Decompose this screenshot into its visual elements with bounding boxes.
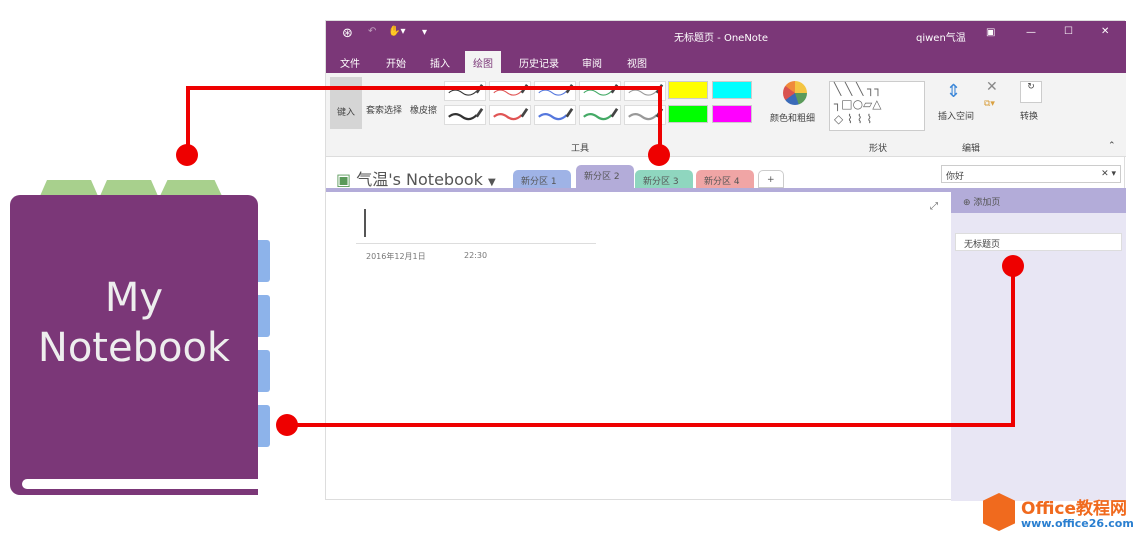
tab-insert[interactable]: 插入: [430, 55, 450, 70]
fullscreen-icon[interactable]: ▣: [986, 27, 995, 38]
page-item[interactable]: 无标题页: [955, 233, 1122, 251]
watermark-url: www.office26.com: [1021, 517, 1134, 530]
eraser-button[interactable]: 橡皮擦: [410, 103, 437, 116]
book-pages: [22, 479, 258, 489]
ribbon-tabs: 文件 开始 插入 绘图 历史记录 审阅 视图: [326, 47, 1126, 73]
search-input[interactable]: 你好 ✕ ▾: [941, 165, 1121, 183]
section-tab[interactable]: 新分区 3: [635, 170, 693, 188]
page-time: 22:30: [464, 251, 488, 260]
book-blue-tab: [258, 350, 270, 392]
section-tab[interactable]: 新分区 2: [576, 165, 634, 188]
back-icon[interactable]: ⊛: [342, 26, 353, 41]
page-list: ⊕ 添加页 无标题页: [951, 188, 1126, 501]
highlighter-gallery: [668, 81, 758, 129]
page-date: 2016年12月1日: [366, 252, 426, 261]
annotation-line: [287, 423, 1015, 427]
customize-icon[interactable]: ▾: [422, 27, 427, 38]
close-icon[interactable]: ✕: [1101, 26, 1109, 37]
tab-history[interactable]: 历史记录: [519, 55, 559, 70]
pen-swatch[interactable]: [489, 105, 531, 125]
title-underline: [356, 243, 596, 244]
edit-group-label: 编辑: [962, 144, 981, 154]
annotation-dot: [1002, 255, 1024, 277]
expand-icon[interactable]: ⤢: [930, 201, 938, 212]
book-title-line2: Notebook: [37, 325, 231, 371]
tab-home[interactable]: 开始: [386, 55, 406, 70]
pen-swatch[interactable]: [444, 81, 486, 101]
notebook-illustration: My Notebook: [10, 195, 258, 495]
annotation-line: [186, 86, 662, 90]
tab-file[interactable]: 文件: [340, 55, 360, 70]
book-blue-tab: [258, 295, 270, 337]
shapes-gallery[interactable]: ╲ ╲ ╲ ┐┐ ┐□○▱△ ◇ ⌇ ⌇ ⌇: [829, 81, 925, 131]
annotation-line: [1011, 265, 1015, 427]
section-tab[interactable]: 新分区 1: [513, 170, 571, 188]
pen-swatch[interactable]: [534, 105, 576, 125]
user-name[interactable]: qiwen气温: [916, 29, 966, 44]
convert-button[interactable]: 转换: [1020, 109, 1038, 122]
undo-icon[interactable]: ↶: [368, 26, 376, 37]
highlighter-swatch[interactable]: [668, 81, 708, 99]
pen-swatch[interactable]: [579, 105, 621, 125]
book-green-tab: [100, 180, 158, 196]
arrange-icon[interactable]: ⧉▾: [984, 99, 995, 109]
pen-swatch[interactable]: [489, 81, 531, 101]
color-thickness-button[interactable]: 颜色和粗细: [770, 111, 815, 124]
watermark-brand: Office教程网: [1021, 499, 1128, 519]
type-button[interactable]: 键入: [330, 77, 362, 129]
book-title-line1: My: [104, 275, 164, 321]
touch-mode-icon[interactable]: ✋▾: [388, 26, 405, 37]
color-wheel-icon[interactable]: [783, 81, 807, 105]
section-tab[interactable]: 新分区 4: [696, 170, 754, 188]
book-green-tab: [40, 180, 98, 196]
add-section-button[interactable]: +: [758, 170, 784, 188]
book-green-tab: [160, 180, 222, 196]
annotation-dot: [276, 414, 298, 436]
highlighter-swatch[interactable]: [712, 81, 752, 99]
section-underline: [326, 188, 951, 192]
text-cursor: [364, 209, 366, 237]
notebook-selector[interactable]: ▣ 气温's Notebook ▼: [336, 166, 496, 190]
insert-space-button[interactable]: 插入空间: [938, 109, 974, 122]
pen-swatch[interactable]: [579, 81, 621, 101]
pen-swatch[interactable]: [534, 81, 576, 101]
tab-view[interactable]: 视图: [627, 55, 647, 70]
add-page-button[interactable]: ⊕ 添加页: [951, 188, 1126, 213]
delete-icon[interactable]: ✕: [986, 79, 998, 95]
minimize-icon[interactable]: —: [1026, 27, 1036, 38]
tab-draw[interactable]: 绘图: [465, 51, 501, 73]
highlighter-swatch[interactable]: [712, 105, 752, 123]
shapes-group-label: 形状: [869, 144, 888, 154]
book-blue-tab: [258, 240, 270, 282]
pen-swatch[interactable]: [444, 105, 486, 125]
insert-space-icon: ⇕: [946, 81, 962, 102]
highlighter-swatch[interactable]: [668, 105, 708, 123]
title-bar: ⊛ ↶ ✋▾ ▾ 无标题页 - OneNote qiwen气温 ▣ — ☐ ✕: [326, 21, 1126, 47]
collapse-ribbon-icon[interactable]: ⌃: [1108, 141, 1116, 151]
window-title: 无标题页 - OneNote: [674, 33, 768, 44]
tools-group-label: 工具: [571, 144, 590, 154]
lasso-select-button[interactable]: 套索选择: [366, 103, 402, 116]
notebook-icon: ▣: [336, 170, 352, 189]
convert-icon: ↻: [1020, 81, 1042, 103]
maximize-icon[interactable]: ☐: [1064, 26, 1073, 37]
annotation-dot: [648, 144, 670, 166]
tab-review[interactable]: 审阅: [582, 55, 602, 70]
office-logo-icon: [983, 493, 1015, 531]
book-blue-tab: [258, 405, 270, 447]
annotation-dot: [176, 144, 198, 166]
